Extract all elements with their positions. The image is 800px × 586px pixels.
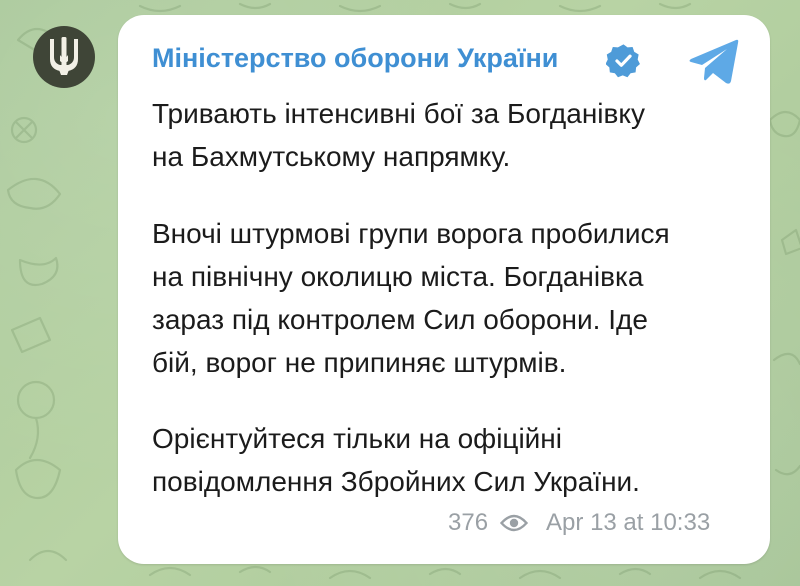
- message-meta: 376 Apr 13 at 10:33: [448, 507, 735, 539]
- verified-badge-icon: [606, 44, 640, 78]
- message-paragraph-1: Тривають інтенсивні бої за Богданівку на…: [152, 92, 645, 178]
- eye-icon: [500, 514, 529, 532]
- trident-emblem-icon: [50, 37, 78, 75]
- message-line: на північну околицю міста. Богданівка: [152, 261, 644, 292]
- message-line: повідомлення Збройних Сил України.: [152, 466, 640, 497]
- message-line: зараз під контролем Сил оборони. Іде: [152, 304, 648, 335]
- message-line: Тривають інтенсивні бої за Богданівку: [152, 98, 645, 129]
- message-line: бій, ворог не припиняє штурмів.: [152, 347, 567, 378]
- message-timestamp: Apr 13 at 10:33: [546, 509, 711, 536]
- message-line: на Бахмутському напрямку.: [152, 141, 511, 172]
- message-line: Вночі штурмові групи ворога пробилися: [152, 218, 670, 249]
- message-paragraph-3: Орієнтуйтеся тільки на офіційні повідомл…: [152, 417, 640, 503]
- message-bubble: Міністерство оборони України Тривають ін…: [118, 15, 770, 564]
- channel-name[interactable]: Міністерство оборони України: [152, 43, 558, 74]
- channel-avatar[interactable]: [33, 26, 95, 88]
- telegram-share-icon[interactable]: [688, 37, 740, 87]
- message-paragraph-2: Вночі штурмові групи ворога пробилися на…: [152, 212, 670, 384]
- message-line: Орієнтуйтеся тільки на офіційні: [152, 423, 562, 454]
- view-count: 376: [448, 509, 489, 536]
